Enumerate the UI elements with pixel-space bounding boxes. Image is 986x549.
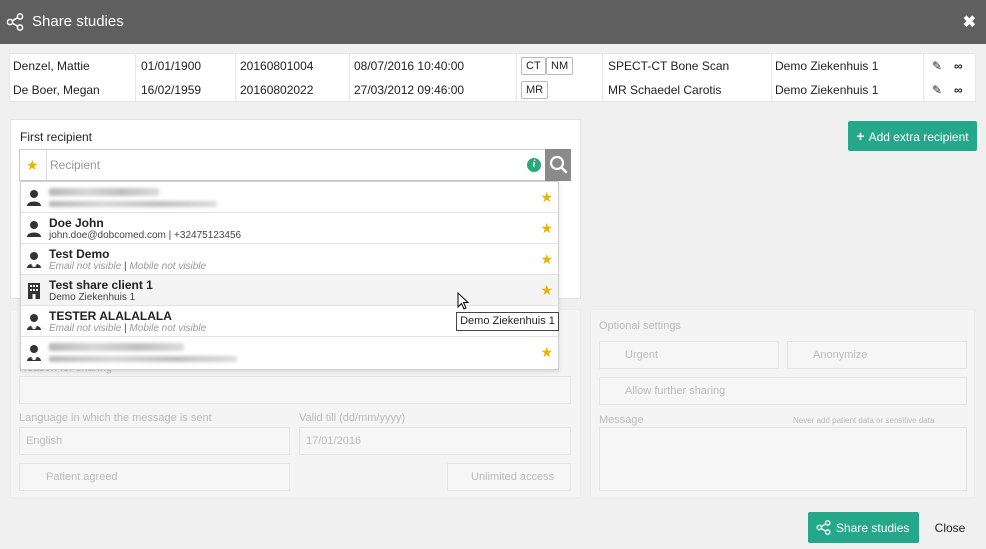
language-value: English [26,435,63,447]
star-icon[interactable]: ★ [540,220,553,237]
recipient-name: Test Demo [49,247,110,261]
language-label: Language in which the message is sent [19,412,212,424]
search-icon [549,155,568,174]
study-datetime: 08/07/2016 10:40:00 [354,59,465,73]
optional-settings-label: Optional settings [599,320,681,332]
study-id: 20160802022 [240,83,314,97]
urgent-label: Urgent [625,349,659,361]
star-icon[interactable]: ★ [540,251,553,268]
infinity-icon[interactable]: ∞ [954,83,963,97]
star-icon[interactable]: ★ [540,189,553,206]
recipient-name: Doe John [49,216,104,230]
search-button[interactable] [545,149,571,181]
close-button[interactable]: Close [927,512,973,543]
window-title: Share studies [32,13,124,30]
birth-date: 16/02/1959 [141,83,202,97]
infinity-icon[interactable]: ∞ [954,59,963,73]
building-icon [28,283,40,299]
list-item[interactable]: ★ [21,182,558,213]
star-icon[interactable]: ★ [540,344,553,361]
recipient-contact: Email not visible | Mobile not visible [49,323,207,334]
list-item[interactable]: Test Demo Email not visible | Mobile not… [21,244,558,275]
redacted-contact [49,201,217,207]
share-studies-button[interactable]: Share studies [808,512,919,543]
list-item[interactable]: Doe John john.doe@dobcomed.com | +324751… [21,213,558,244]
doctor-icon [27,314,41,330]
patient-name: De Boer, Megan [13,83,100,97]
plus-icon: + [856,128,865,144]
first-recipient-label: First recipient [20,130,93,144]
share-icon [6,13,24,31]
table-row[interactable]: Denzel, Mattie 01/01/1900 20160801004 08… [10,54,975,78]
message-hint: Never add patient data or sensitive data [793,416,935,425]
tooltip: Demo Ziekenhuis 1 [456,312,559,331]
recipient-contact: john.doe@dobcomed.com | +32475123456 [49,230,242,241]
pencil-icon[interactable]: ✎ [932,83,942,97]
patient-agreed-label: Patient agreed [46,471,118,483]
redacted-name [49,343,184,351]
birth-date: 01/01/1900 [141,59,202,73]
recipient-contact: Email not visible | Mobile not visible [49,261,207,272]
study-description: SPECT-CT Bone Scan [608,59,730,73]
studies-table: Denzel, Mattie 01/01/1900 20160801004 08… [9,53,976,103]
recipient-name: TESTER ALALALALA [49,309,172,323]
modality-badge: CT [521,57,546,75]
recipient-contact: Demo Ziekenhuis 1 [49,292,136,303]
divider [46,150,47,180]
recipient-search: ★ i [19,149,571,181]
list-item[interactable]: Test share client 1 Demo Ziekenhuis 1 ★ [21,275,558,306]
unlimited-access-label: Unlimited access [471,471,555,483]
doctor-icon [27,345,41,361]
star-icon[interactable]: ★ [26,157,39,174]
info-icon[interactable]: i [527,158,541,172]
modality-badge: MR [521,81,549,99]
patient-name: Denzel, Mattie [13,59,90,73]
anonymize-label: Anonymize [813,349,868,361]
hospital-name: Demo Ziekenhuis 1 [775,59,879,73]
person-icon [27,221,41,237]
redacted-name [49,188,159,196]
add-extra-recipient-label: Add extra recipient [868,130,969,144]
allow-sharing-label: Allow further sharing [625,385,726,397]
study-datetime: 27/03/2012 09:46:00 [354,83,465,97]
person-icon [27,190,41,206]
share-icon [816,520,831,535]
message-textarea[interactable] [599,427,967,491]
list-item[interactable]: ★ [21,337,558,368]
valid-till-value: 17/01/2016 [306,435,362,447]
study-id: 20160801004 [240,59,314,73]
doctor-icon [27,252,41,268]
hospital-name: Demo Ziekenhuis 1 [775,83,879,97]
valid-till-label: Valid till (dd/mm/yyyy) [299,412,406,424]
message-label: Message [599,414,644,426]
star-icon[interactable]: ★ [540,282,553,299]
redacted-contact [49,356,237,362]
close-icon[interactable]: ✖ [963,12,976,32]
recipient-input[interactable] [50,155,520,175]
modality-badge: NM [546,57,574,75]
add-extra-recipient-button[interactable]: + Add extra recipient [848,121,977,151]
study-description: MR Schaedel Carotis [608,83,722,97]
recipient-dropdown: ★ Doe John john.doe@dobcomed.com | +3247… [20,181,559,370]
pencil-icon[interactable]: ✎ [932,59,942,73]
mouse-cursor-icon [457,292,469,310]
reason-field[interactable] [19,376,571,404]
window-titlebar: Share studies ✖ [0,0,986,44]
share-studies-label: Share studies [836,521,910,535]
table-row[interactable]: De Boer, Megan 16/02/1959 20160802022 27… [10,78,975,102]
recipient-name: Test share client 1 [49,278,153,292]
